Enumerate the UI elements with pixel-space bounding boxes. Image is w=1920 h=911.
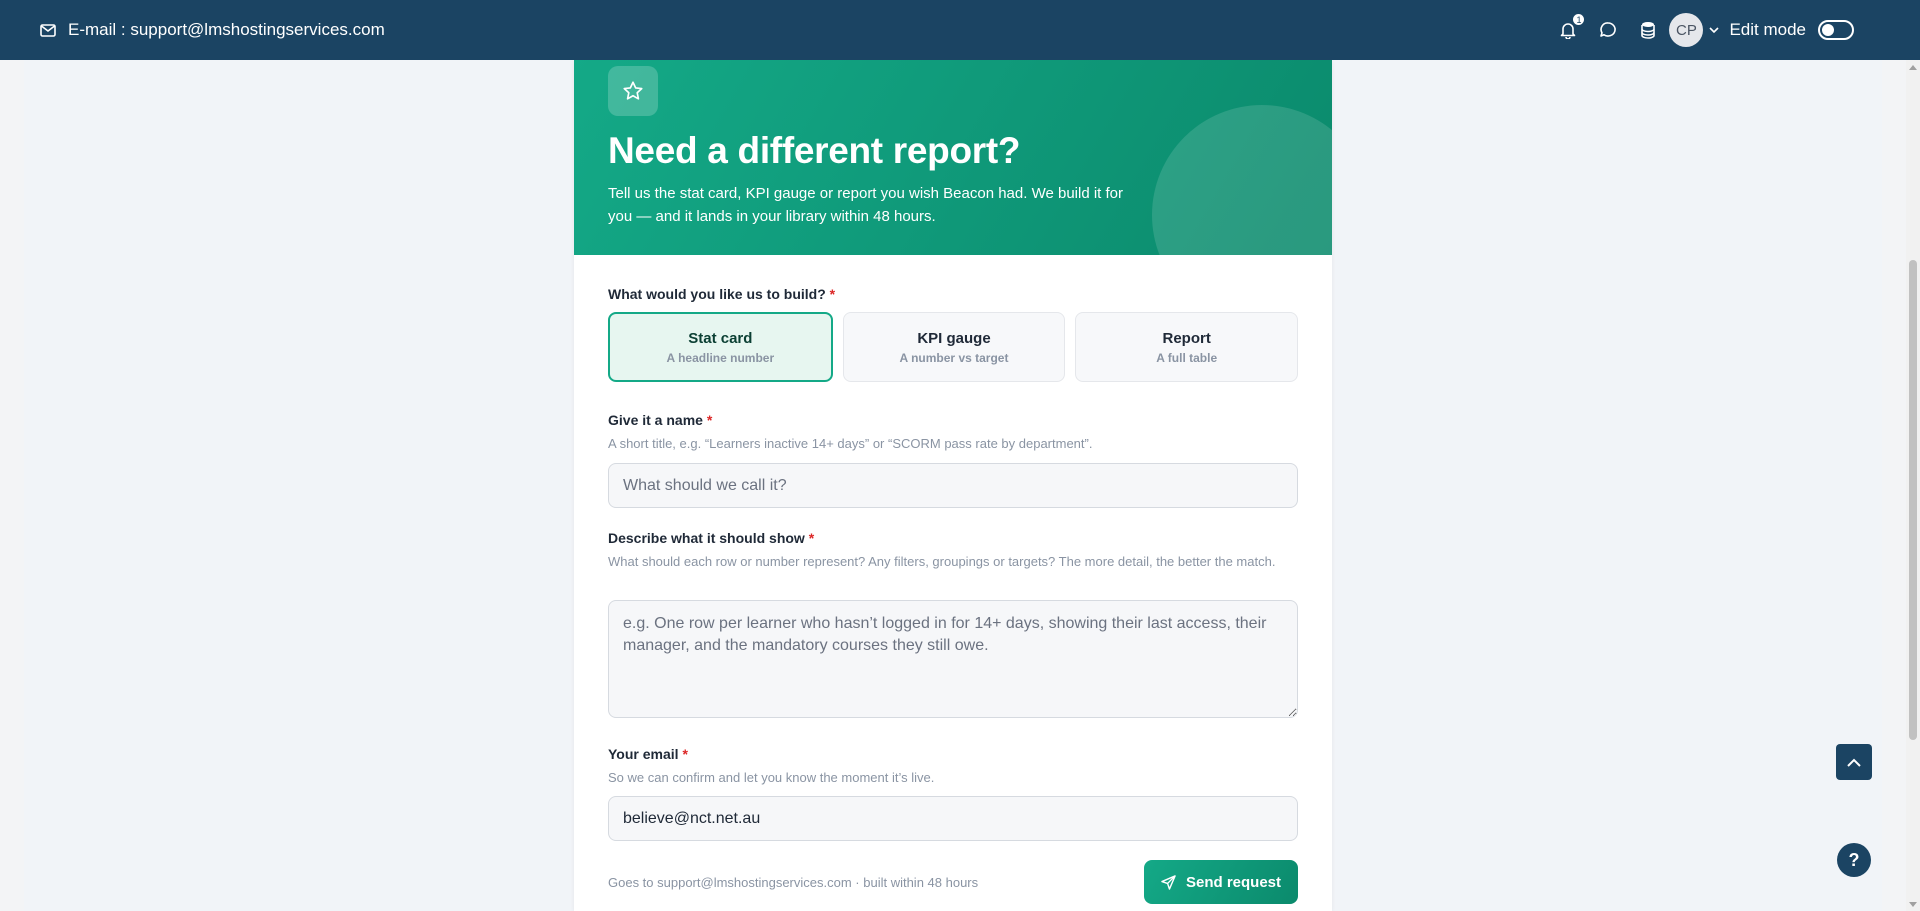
- email-label: Your email *: [608, 746, 688, 762]
- triangle-up-icon: [1909, 64, 1917, 70]
- send-request-button[interactable]: Send request: [1144, 860, 1298, 904]
- support-email-label: E-mail : support@lmshostingservices.com: [68, 20, 385, 39]
- chat-icon: [1600, 22, 1617, 37]
- star-icon: [623, 81, 643, 100]
- email-input[interactable]: [608, 796, 1298, 841]
- option-title: KPI gauge: [917, 329, 991, 347]
- chevron-down-icon[interactable]: [1709, 26, 1720, 34]
- option-stat-card[interactable]: Stat card A headline number: [608, 312, 833, 382]
- data-button[interactable]: [1637, 19, 1659, 41]
- option-desc: A headline number: [666, 350, 775, 365]
- describe-label-text: Describe what it should show: [608, 530, 805, 546]
- hero-banner: Need a different report? Tell us the sta…: [574, 60, 1332, 255]
- scroll-down-arrow[interactable]: [1906, 897, 1920, 911]
- help-icon: ?: [1848, 849, 1860, 870]
- name-hint: A short title, e.g. “Learners inactive 1…: [608, 436, 1093, 451]
- name-label: Give it a name *: [608, 412, 712, 428]
- request-report-card: Need a different report? Tell us the sta…: [574, 60, 1332, 911]
- describe-label: Describe what it should show *: [608, 530, 814, 546]
- required-mark: *: [706, 412, 713, 428]
- help-button[interactable]: ?: [1837, 843, 1871, 877]
- hero-icon-badge: [608, 66, 658, 116]
- footer-note: Goes to support@lmshostingservices.com ·…: [608, 875, 979, 890]
- edit-mode-toggle[interactable]: [1818, 20, 1854, 40]
- name-label-text: Give it a name: [608, 412, 703, 428]
- describe-textarea[interactable]: [608, 600, 1298, 718]
- database-icon: [1641, 22, 1656, 39]
- name-input[interactable]: [608, 463, 1298, 508]
- required-mark: *: [829, 286, 836, 302]
- notification-count-badge: 1: [1572, 13, 1586, 26]
- page-title: Need a different report?: [608, 130, 1021, 171]
- build-type-options: Stat card A headline number KPI gauge A …: [608, 312, 1299, 382]
- page-subtitle: Tell us the stat card, KPI gauge or repo…: [608, 185, 1124, 225]
- option-title: Report: [1162, 329, 1211, 347]
- describe-hint: What should each row or number represent…: [608, 554, 1276, 569]
- required-mark: *: [682, 746, 688, 762]
- triangle-down-icon: [1909, 901, 1917, 907]
- notifications-button[interactable]: 1: [1557, 13, 1586, 41]
- scrollbar-thumb[interactable]: [1909, 260, 1917, 740]
- navbar-actions: 1 CP Edit mode: [1543, 13, 1854, 47]
- back-to-top-button[interactable]: [1836, 744, 1872, 780]
- build-type-label-text: What would you like us to build?: [608, 286, 826, 302]
- support-email[interactable]: E-mail : support@lmshostingservices.com: [40, 20, 385, 40]
- required-mark: *: [808, 530, 815, 546]
- option-title: Stat card: [688, 329, 753, 347]
- edit-mode-label: Edit mode: [1729, 20, 1806, 39]
- mail-icon: [40, 23, 56, 37]
- user-avatar[interactable]: CP: [1669, 13, 1704, 47]
- option-desc: A number vs target: [899, 350, 1009, 365]
- chevron-up-icon: [1847, 758, 1861, 767]
- send-icon: [1161, 874, 1176, 890]
- top-navbar: E-mail : support@lmshostingservices.com …: [0, 0, 1920, 60]
- build-type-label: What would you like us to build? *: [608, 286, 835, 302]
- email-hint: So we can confirm and let you know the m…: [608, 770, 935, 785]
- send-request-label: Send request: [1185, 873, 1282, 891]
- scroll-up-arrow[interactable]: [1906, 60, 1920, 74]
- page-scrollbar[interactable]: [1906, 60, 1920, 911]
- email-label-text: Your email: [608, 746, 679, 762]
- option-desc: A full table: [1156, 350, 1218, 365]
- messages-button[interactable]: [1597, 19, 1619, 41]
- option-report[interactable]: Report A full table: [1075, 312, 1299, 382]
- option-kpi-gauge[interactable]: KPI gauge A number vs target: [842, 312, 1066, 382]
- decorative-circle: [1152, 105, 1332, 255]
